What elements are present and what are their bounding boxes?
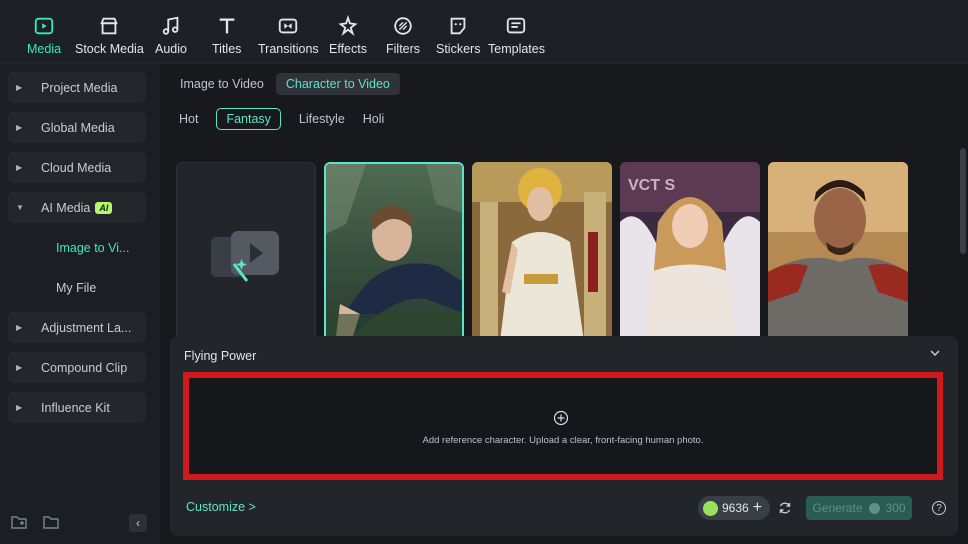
top-toolbar: Media Stock Media Audio Titles Transitio…: [0, 0, 968, 64]
caret-right-icon: ▶: [16, 403, 23, 412]
category-hot[interactable]: Hot: [179, 109, 198, 129]
refresh-icon[interactable]: [778, 501, 792, 515]
templates-icon: [504, 14, 528, 38]
sidebar-item-my-file[interactable]: My File: [56, 281, 96, 295]
toolbar-label: Filters: [386, 42, 421, 56]
sidebar-item-label: Cloud Media: [41, 160, 112, 175]
sidebar-item-label: Global Media: [41, 120, 115, 135]
generate-label: Generate: [812, 501, 863, 515]
import-folder-icon[interactable]: [43, 515, 59, 530]
audio-icon: [159, 14, 183, 38]
sidebar-item-image-to-video[interactable]: Image to Vi...: [56, 241, 129, 255]
category-holi[interactable]: Holi: [363, 109, 385, 129]
toolbar-label: Transitions: [258, 42, 319, 56]
sidebar-item-ai-media[interactable]: ▼ AI Media AI: [8, 192, 146, 223]
generate-button[interactable]: Generate 300: [806, 496, 912, 520]
category-tabs: Hot Fantasy Lifestyle Holi: [179, 108, 384, 130]
reference-upload-area[interactable]: Add reference character. Upload a clear,…: [183, 372, 943, 480]
main-content: Image to Video Character to Video Hot Fa…: [160, 64, 968, 544]
template-card-goddess[interactable]: [472, 162, 612, 342]
chevron-left-icon: ‹: [136, 516, 140, 530]
collapse-sidebar-button[interactable]: ‹: [129, 514, 147, 532]
stock-media-icon: [97, 14, 121, 38]
filters-icon: [391, 14, 415, 38]
sidebar-item-cloud-media[interactable]: ▶ Cloud Media: [8, 152, 146, 183]
add-circle-icon: [553, 410, 569, 426]
sidebar-item-influence-kit[interactable]: ▶ Influence Kit: [8, 392, 146, 423]
ai-video-icon: [211, 231, 279, 282]
category-lifestyle[interactable]: Lifestyle: [299, 109, 345, 129]
sidebar-item-compound-clip[interactable]: ▶ Compound Clip: [8, 352, 146, 383]
toolbar-media[interactable]: Media: [27, 14, 61, 60]
effects-icon: [336, 14, 360, 38]
thumbnail-goddess: [472, 162, 612, 342]
tab-character-to-video[interactable]: Character to Video: [275, 73, 400, 95]
upload-hint: Add reference character. Upload a clear,…: [422, 435, 704, 446]
vertical-scrollbar[interactable]: [960, 148, 966, 254]
caret-right-icon: ▶: [16, 83, 23, 92]
transitions-icon: [276, 14, 300, 38]
caret-right-icon: ▶: [16, 363, 23, 372]
toolbar-stickers[interactable]: Stickers: [436, 14, 480, 60]
sidebar-item-label: AI Media: [41, 200, 91, 215]
titles-icon: [215, 14, 239, 38]
credit-gem-icon: [868, 502, 880, 514]
credits-button[interactable]: 9636 +: [698, 496, 770, 520]
thumbnail-warrior: [768, 162, 908, 342]
caret-right-icon: ▶: [16, 163, 23, 172]
toolbar-templates[interactable]: Templates: [488, 14, 545, 60]
toolbar-titles[interactable]: Titles: [212, 14, 241, 60]
upload-card[interactable]: [176, 162, 316, 342]
media-icon: [32, 14, 56, 38]
stickers-icon: [446, 14, 470, 38]
caret-down-icon: ▼: [16, 203, 24, 212]
template-card-angel[interactable]: VCT S: [620, 162, 760, 342]
sidebar-item-global-media[interactable]: ▶ Global Media: [8, 112, 146, 143]
toolbar-filters[interactable]: Filters: [386, 14, 420, 60]
caret-right-icon: ▶: [16, 323, 23, 332]
toolbar-label: Media: [27, 42, 62, 56]
credits-count: 9636: [722, 501, 749, 515]
sidebar-item-project-media[interactable]: ▶ Project Media: [8, 72, 146, 103]
sidebar-item-label: Influence Kit: [41, 400, 110, 415]
tab-image-to-video[interactable]: Image to Video: [180, 73, 264, 95]
toolbar-effects[interactable]: Effects: [329, 14, 367, 60]
thumbnail-flying-man: [326, 164, 462, 340]
credit-gem-icon: [703, 500, 718, 516]
sidebar-item-label: Adjustment La...: [41, 320, 132, 335]
toolbar-label: Effects: [329, 42, 367, 56]
add-credits-icon: +: [752, 499, 763, 516]
template-card-warrior[interactable]: [768, 162, 908, 342]
toolbar-label: Templates: [488, 42, 545, 56]
template-card-flying[interactable]: [324, 162, 464, 342]
toolbar-label: Titles: [212, 42, 242, 56]
toolbar-label: Stickers: [436, 42, 481, 56]
character-panel: Flying Power Add reference character. Up…: [170, 336, 958, 536]
svg-text:VCT S: VCT S: [628, 177, 675, 194]
panel-title: Flying Power: [184, 349, 257, 363]
toolbar-label: Audio: [155, 42, 187, 56]
toolbar-transitions[interactable]: Transitions: [258, 14, 319, 60]
collapse-panel-button[interactable]: [930, 346, 940, 360]
generate-cost: 300: [885, 501, 906, 515]
sidebar-item-adjustment-layer[interactable]: ▶ Adjustment La...: [8, 312, 146, 343]
ai-badge: AI: [95, 201, 113, 214]
sidebar-item-label: Compound Clip: [41, 360, 128, 375]
mode-tabs: Image to Video Character to Video: [180, 73, 400, 95]
toolbar-audio[interactable]: Audio: [155, 14, 187, 60]
chevron-down-icon: [930, 350, 940, 357]
toolbar-stock-media[interactable]: Stock Media: [75, 14, 144, 60]
toolbar-label: Stock Media: [75, 42, 144, 56]
new-folder-icon[interactable]: [11, 515, 27, 530]
thumbnail-angel: VCT S: [620, 162, 760, 342]
caret-right-icon: ▶: [16, 123, 23, 132]
customize-link[interactable]: Customize >: [186, 500, 256, 514]
sidebar: ▶ Project Media ▶ Global Media ▶ Cloud M…: [0, 64, 160, 544]
help-icon[interactable]: ?: [932, 501, 946, 515]
category-fantasy[interactable]: Fantasy: [216, 108, 281, 130]
sidebar-item-label: Project Media: [41, 80, 118, 95]
